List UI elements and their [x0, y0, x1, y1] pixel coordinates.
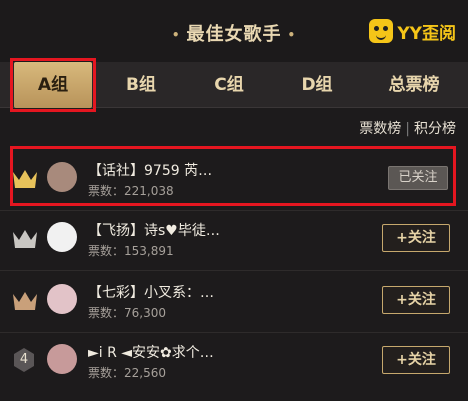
title-dot-left: • — [171, 28, 181, 42]
brand-name: YY歪阅 — [397, 23, 456, 44]
avatar[interactable] — [47, 344, 77, 374]
yy-logo-icon — [369, 19, 394, 43]
singer-name: 【飞扬】诗s♥毕徒… — [88, 223, 220, 239]
tab-group-b[interactable]: B组 — [104, 62, 178, 108]
page-title-text: 最佳女歌手 — [186, 24, 282, 45]
subnav-separator: | — [405, 121, 410, 137]
list-item[interactable]: 【飞扬】诗s♥毕徒… 票数：153,891 +关注 — [0, 208, 468, 268]
votes-rank-link[interactable]: 票数榜 — [359, 121, 401, 137]
tab-group-c[interactable]: C组 — [192, 62, 266, 108]
follow-button[interactable]: +关注 — [382, 224, 450, 252]
silver-crown-icon — [12, 228, 38, 250]
highlight-box-row — [10, 146, 456, 206]
brand-logo-group: YY歪阅 — [369, 18, 456, 44]
points-rank-link[interactable]: 积分榜 — [414, 121, 456, 137]
bronze-crown-icon — [12, 290, 38, 312]
singer-name: 【七彩】小叉系：… — [88, 285, 214, 301]
title-dot-right: • — [287, 28, 297, 42]
vote-count: 票数：76,300 — [88, 306, 166, 320]
follow-button[interactable]: +关注 — [382, 286, 450, 314]
follow-button[interactable]: +关注 — [382, 346, 450, 374]
tab-group-d[interactable]: D组 — [280, 62, 354, 108]
avatar[interactable] — [47, 284, 77, 314]
rank-type-switch: 票数榜 | 积分榜 — [359, 118, 456, 138]
page-header: • 最佳女歌手 • YY歪阅 — [0, 0, 468, 62]
list-item[interactable]: 【七彩】小叉系：… 票数：76,300 +关注 — [0, 270, 468, 330]
vote-count: 票数：153,891 — [88, 244, 174, 258]
highlight-box-tab — [10, 58, 96, 112]
avatar[interactable] — [47, 222, 77, 252]
singer-name: ►i R ◄安安✿求个… — [88, 345, 214, 361]
tab-total-votes[interactable]: 总票榜 — [372, 62, 456, 108]
rank-number-badge: 4 — [14, 348, 34, 372]
list-item[interactable]: 4 ►i R ◄安安✿求个… 票数：22,560 +关注 — [0, 330, 468, 390]
vote-count: 票数：22,560 — [88, 366, 166, 380]
